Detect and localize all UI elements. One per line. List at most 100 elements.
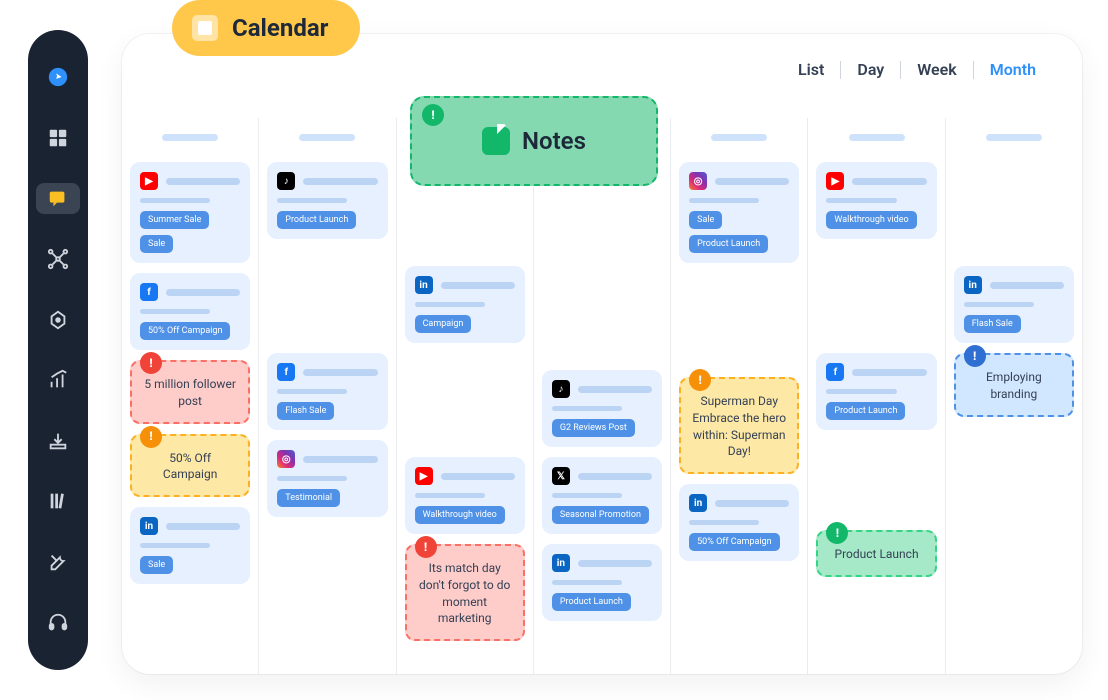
- tag[interactable]: Flash Sale: [277, 402, 334, 420]
- tag[interactable]: Sale: [140, 235, 173, 253]
- post-card[interactable]: in Sale: [130, 507, 250, 584]
- post-card[interactable]: ♪ Product Launch: [267, 162, 387, 239]
- sidebar-nav-icon[interactable]: [36, 62, 80, 93]
- view-month[interactable]: Month: [974, 60, 1052, 79]
- facebook-icon: f: [826, 363, 844, 381]
- sidebar-library-icon[interactable]: [36, 486, 80, 517]
- day-header: [130, 126, 250, 148]
- day-column: ♪ G2 Reviews Post 𝕏 Seasonal Promotion i…: [533, 118, 670, 674]
- tag[interactable]: Seasonal Promotion: [552, 506, 649, 524]
- tag[interactable]: Product Launch: [277, 211, 356, 229]
- day-header: [679, 126, 799, 148]
- alert-icon: !: [415, 536, 437, 558]
- notes-label: Notes: [522, 127, 586, 155]
- day-column: ♪ Product Launch f Flash Sale ◎ Testimon…: [258, 118, 395, 674]
- calendar-icon: [192, 15, 218, 41]
- instagram-icon: ◎: [689, 172, 707, 190]
- tag[interactable]: Walkthrough video: [826, 211, 916, 229]
- tiktok-icon: ♪: [277, 172, 295, 190]
- linkedin-icon: in: [689, 494, 707, 512]
- view-list[interactable]: List: [782, 60, 840, 79]
- tag[interactable]: Flash Sale: [964, 315, 1021, 333]
- sidebar-dashboard-icon[interactable]: [36, 123, 80, 154]
- note-text: Its match day don't forgot to do moment …: [417, 560, 513, 627]
- x-icon: 𝕏: [552, 467, 570, 485]
- note-text: Superman Day Embrace the hero within: Su…: [691, 393, 787, 460]
- youtube-icon: ▶: [415, 467, 433, 485]
- note-card[interactable]: ! Product Launch: [816, 530, 936, 577]
- tag[interactable]: Product Launch: [552, 593, 631, 611]
- facebook-icon: f: [140, 283, 158, 301]
- note-card[interactable]: ! Employing branding: [954, 353, 1074, 417]
- note-card[interactable]: ! 50% Off Campaign: [130, 434, 250, 498]
- tag[interactable]: Campaign: [415, 315, 472, 333]
- post-card[interactable]: ♪ G2 Reviews Post: [542, 370, 662, 447]
- day-column: ▶ Summer SaleSale f 50% Off Campaign ! 5…: [122, 118, 258, 674]
- sidebar: [28, 30, 88, 670]
- note-icon: [482, 127, 510, 155]
- post-card[interactable]: in 50% Off Campaign: [679, 484, 799, 561]
- alert-icon: !: [689, 369, 711, 391]
- view-tabs: List Day Week Month: [782, 60, 1052, 79]
- tag[interactable]: G2 Reviews Post: [552, 419, 635, 437]
- sidebar-chat-icon[interactable]: [36, 183, 80, 214]
- notes-block[interactable]: ! Notes: [410, 96, 658, 186]
- post-card[interactable]: ◎ Sale Product Launch: [679, 162, 799, 263]
- tag[interactable]: Sale: [689, 211, 722, 229]
- note-text: Employing branding: [966, 369, 1062, 403]
- alert-icon: !: [964, 345, 986, 367]
- note-card[interactable]: ! Its match day don't forgot to do momen…: [405, 544, 525, 641]
- day-header: [816, 126, 936, 148]
- alert-icon: !: [140, 352, 162, 374]
- tag[interactable]: Sale: [140, 556, 173, 574]
- note-text: 5 million follower post: [142, 376, 238, 410]
- sidebar-support-icon[interactable]: [36, 607, 80, 638]
- sidebar-target-icon[interactable]: [36, 304, 80, 335]
- facebook-icon: f: [277, 363, 295, 381]
- note-card[interactable]: ! 5 million follower post: [130, 360, 250, 424]
- alert-icon: !: [140, 426, 162, 448]
- sidebar-download-icon[interactable]: [36, 426, 80, 457]
- instagram-icon: ◎: [277, 450, 295, 468]
- post-card[interactable]: in Campaign: [405, 266, 525, 343]
- linkedin-icon: in: [140, 517, 158, 535]
- tag[interactable]: Product Launch: [826, 402, 905, 420]
- alert-icon: !: [826, 522, 848, 544]
- note-text: Product Launch: [828, 546, 924, 563]
- tag[interactable]: 50% Off Campaign: [689, 533, 779, 551]
- day-column: in Flash Sale ! Employing branding: [945, 118, 1082, 674]
- tag[interactable]: Summer Sale: [140, 211, 209, 229]
- post-card[interactable]: ◎ Testimonial: [267, 440, 387, 517]
- sidebar-analytics-icon[interactable]: [36, 365, 80, 396]
- sidebar-hub-icon[interactable]: [36, 244, 80, 275]
- post-card[interactable]: f Flash Sale: [267, 353, 387, 430]
- linkedin-icon: in: [964, 276, 982, 294]
- tag[interactable]: Walkthrough video: [415, 506, 505, 524]
- day-header: [267, 126, 387, 148]
- post-card[interactable]: in Flash Sale: [954, 266, 1074, 343]
- calendar-grid: ▶ Summer Sale Sale f 50% Off Campaign ! 5…: [122, 118, 1082, 674]
- post-card[interactable]: f Product Launch: [816, 353, 936, 430]
- sidebar-tools-icon[interactable]: [36, 547, 80, 578]
- post-card[interactable]: 𝕏 Seasonal Promotion: [542, 457, 662, 534]
- calendar-pill: Calendar: [172, 0, 360, 56]
- tag[interactable]: Product Launch: [689, 235, 768, 253]
- post-card[interactable]: ▶ Walkthrough video: [405, 457, 525, 534]
- alert-icon: !: [422, 104, 444, 126]
- post-card[interactable]: ▶ Summer SaleSale: [130, 162, 250, 263]
- note-text: 50% Off Campaign: [142, 450, 238, 484]
- tag[interactable]: 50% Off Campaign: [140, 322, 230, 340]
- tiktok-icon: ♪: [552, 380, 570, 398]
- linkedin-icon: in: [552, 554, 570, 572]
- tag[interactable]: Testimonial: [277, 489, 340, 507]
- youtube-icon: ▶: [826, 172, 844, 190]
- page-title: Calendar: [232, 14, 328, 42]
- note-card[interactable]: ! Superman Day Embrace the hero within: …: [679, 377, 799, 474]
- post-card[interactable]: ▶ Walkthrough video: [816, 162, 936, 239]
- view-week[interactable]: Week: [901, 60, 972, 79]
- post-card[interactable]: f 50% Off Campaign: [130, 273, 250, 350]
- linkedin-icon: in: [415, 276, 433, 294]
- view-day[interactable]: Day: [841, 60, 900, 79]
- day-column: ◎ Sale Product Launch ! Superman Day Embr…: [670, 118, 807, 674]
- post-card[interactable]: in Product Launch: [542, 544, 662, 621]
